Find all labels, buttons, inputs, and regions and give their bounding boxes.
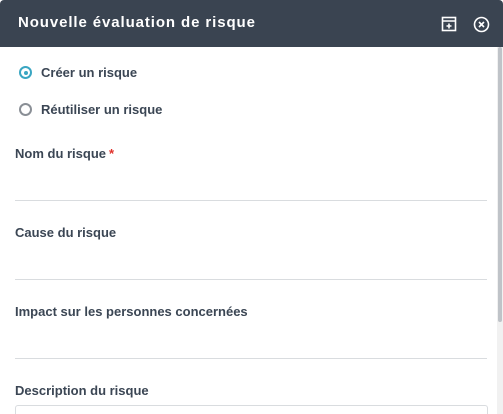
risk-cause-label: Cause du risque [15, 225, 117, 240]
impact-input[interactable] [15, 329, 487, 359]
risk-description-label: Description du risque [15, 383, 149, 398]
risk-name-label: Nom du risque * [15, 146, 114, 161]
risk-cause-input[interactable] [15, 250, 487, 280]
risk-description-textarea[interactable] [15, 405, 488, 414]
impact-label: Impact sur les personnes concernées [15, 304, 248, 319]
radio-unchecked-icon[interactable] [19, 103, 32, 116]
reuse-risk-label: Réutiliser un risque [41, 102, 163, 117]
scrollbar-thumb[interactable] [498, 47, 502, 322]
dialog-header: Nouvelle évaluation de risque [0, 0, 503, 47]
close-circle-icon [473, 16, 489, 32]
radio-checked-icon[interactable] [19, 66, 32, 79]
reuse-risk-option[interactable]: Réutiliser un risque [19, 102, 162, 117]
risk-evaluation-dialog: Nouvelle évaluation de risque Créer un r… [0, 0, 503, 414]
expand-window-icon [441, 16, 457, 32]
create-risk-option[interactable]: Créer un risque [19, 65, 137, 80]
risk-name-input[interactable] [15, 171, 487, 201]
required-marker: * [109, 146, 115, 161]
close-button[interactable] [472, 15, 490, 33]
dialog-title: Nouvelle évaluation de risque [18, 14, 256, 31]
dialog-body: Créer un risque Réutiliser un risque Nom… [0, 47, 497, 414]
maximize-button[interactable] [440, 15, 458, 33]
risk-name-label-text: Nom du risque [15, 146, 107, 161]
create-risk-label: Créer un risque [41, 65, 138, 80]
vertical-scrollbar[interactable] [497, 47, 503, 414]
